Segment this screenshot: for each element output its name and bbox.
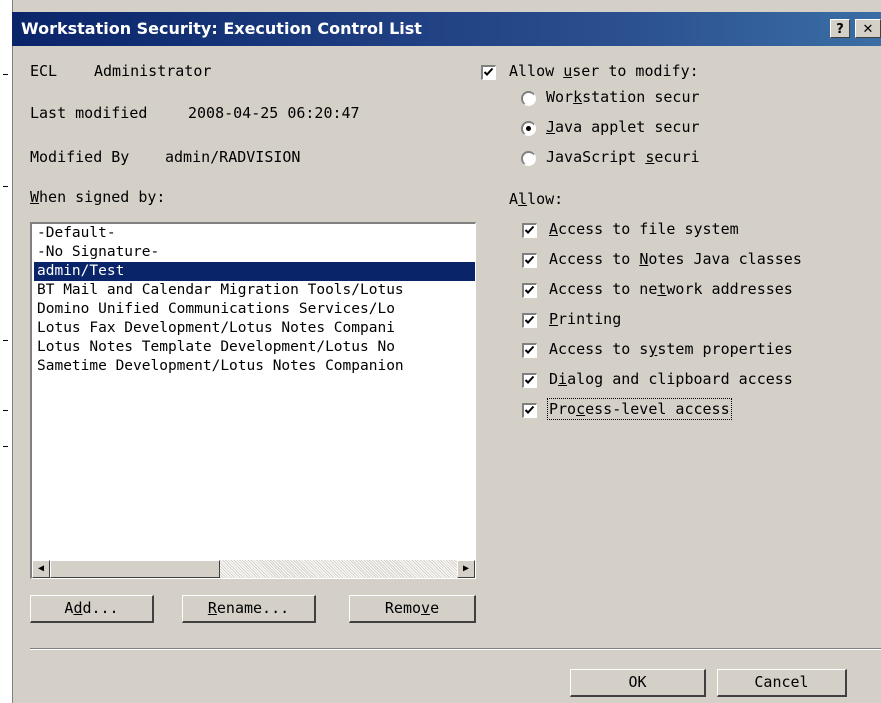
printing-label: Printing	[549, 310, 622, 328]
cancel-button[interactable]: Cancel	[717, 669, 847, 697]
title-bar[interactable]: Workstation Security: Execution Control …	[12, 12, 881, 46]
modified-by-label: Modified By	[30, 148, 130, 166]
access-system-properties-checkbox[interactable]	[522, 343, 537, 358]
horizontal-scrollbar[interactable]: ◀ ▶	[32, 560, 475, 578]
last-modified-value: 2008-04-25 06:20:47	[188, 104, 360, 122]
signer-list: -Default- -No Signature- admin/Test BT M…	[34, 224, 475, 376]
checkmark-icon	[524, 315, 535, 324]
help-button[interactable]: ?	[830, 19, 850, 38]
scroll-right-arrow-icon[interactable]: ▶	[457, 560, 475, 578]
radio-java-applet-security[interactable]	[521, 121, 536, 136]
dialog-clipboard-access-checkbox[interactable]	[522, 373, 537, 388]
signer-list-item[interactable]: BT Mail and Calendar Migration Tools/Lot…	[34, 281, 475, 300]
radio-workstation-security[interactable]	[521, 91, 536, 106]
last-modified-label: Last modified	[30, 104, 148, 122]
allow-modify-label: Allow user to modify:	[509, 62, 699, 80]
signer-list-item[interactable]: -Default-	[34, 224, 475, 243]
footer-separator	[30, 648, 881, 650]
when-signed-by-label: When signed by:	[30, 188, 166, 206]
ecl-value: Administrator	[94, 62, 212, 80]
access-network-addresses-checkbox[interactable]	[522, 283, 537, 298]
background-window-edge	[0, 0, 13, 703]
radio-javascript-security[interactable]	[521, 151, 536, 166]
access-system-properties-label: Access to system properties	[549, 340, 793, 358]
ok-button[interactable]: OK	[570, 669, 706, 697]
checkmark-icon	[524, 345, 535, 354]
signer-list-item-selected[interactable]: admin/Test	[34, 262, 475, 281]
signer-list-item[interactable]: Lotus Fax Development/Lotus Notes Compan…	[34, 319, 475, 338]
signer-list-item[interactable]: Domino Unified Communications Services/L…	[34, 300, 475, 319]
process-level-access-label: Process-level access	[547, 398, 732, 420]
checkmark-icon	[524, 405, 535, 414]
add-button[interactable]: Add...	[30, 595, 154, 623]
radio-java-applet-security-label: Java applet secur	[546, 118, 700, 136]
radio-javascript-security-label: JavaScript securi	[546, 148, 700, 166]
signer-list-item[interactable]: Sametime Development/Lotus Notes Compani…	[34, 357, 475, 376]
checkmark-icon	[524, 225, 535, 234]
checkmark-icon	[524, 375, 535, 384]
scroll-left-arrow-icon[interactable]: ◀	[32, 560, 50, 578]
allow-label: Allow:	[509, 190, 564, 208]
checkmark-icon	[524, 255, 535, 264]
remove-button[interactable]: Remove	[349, 595, 476, 623]
checkmark-icon	[524, 285, 535, 294]
signer-listbox[interactable]: -Default- -No Signature- admin/Test BT M…	[30, 222, 476, 579]
access-notes-java-classes-checkbox[interactable]	[522, 253, 537, 268]
scrollbar-thumb[interactable]	[50, 560, 220, 578]
window-title: Workstation Security: Execution Control …	[21, 19, 422, 38]
access-file-system-label: Access to file system	[549, 220, 739, 238]
modified-by-value: admin/RADVISION	[165, 148, 301, 166]
access-file-system-checkbox[interactable]	[522, 223, 537, 238]
checkmark-icon	[483, 67, 494, 76]
signer-list-item[interactable]: Lotus Notes Template Development/Lotus N…	[34, 338, 475, 357]
signer-list-item[interactable]: -No Signature-	[34, 243, 475, 262]
process-level-access-checkbox[interactable]	[522, 403, 537, 418]
radio-selected-dot	[526, 126, 531, 131]
access-notes-java-classes-label: Access to Notes Java classes	[549, 250, 802, 268]
allow-modify-checkbox[interactable]	[481, 65, 496, 80]
ecl-label: ECL	[30, 62, 58, 80]
radio-workstation-security-label: Workstation secur	[546, 88, 700, 106]
access-network-addresses-label: Access to network addresses	[549, 280, 793, 298]
printing-checkbox[interactable]	[522, 313, 537, 328]
dialog-clipboard-access-label: Dialog and clipboard access	[549, 370, 793, 388]
close-button[interactable]: ✕	[855, 19, 881, 38]
rename-button[interactable]: Rename...	[182, 595, 316, 623]
